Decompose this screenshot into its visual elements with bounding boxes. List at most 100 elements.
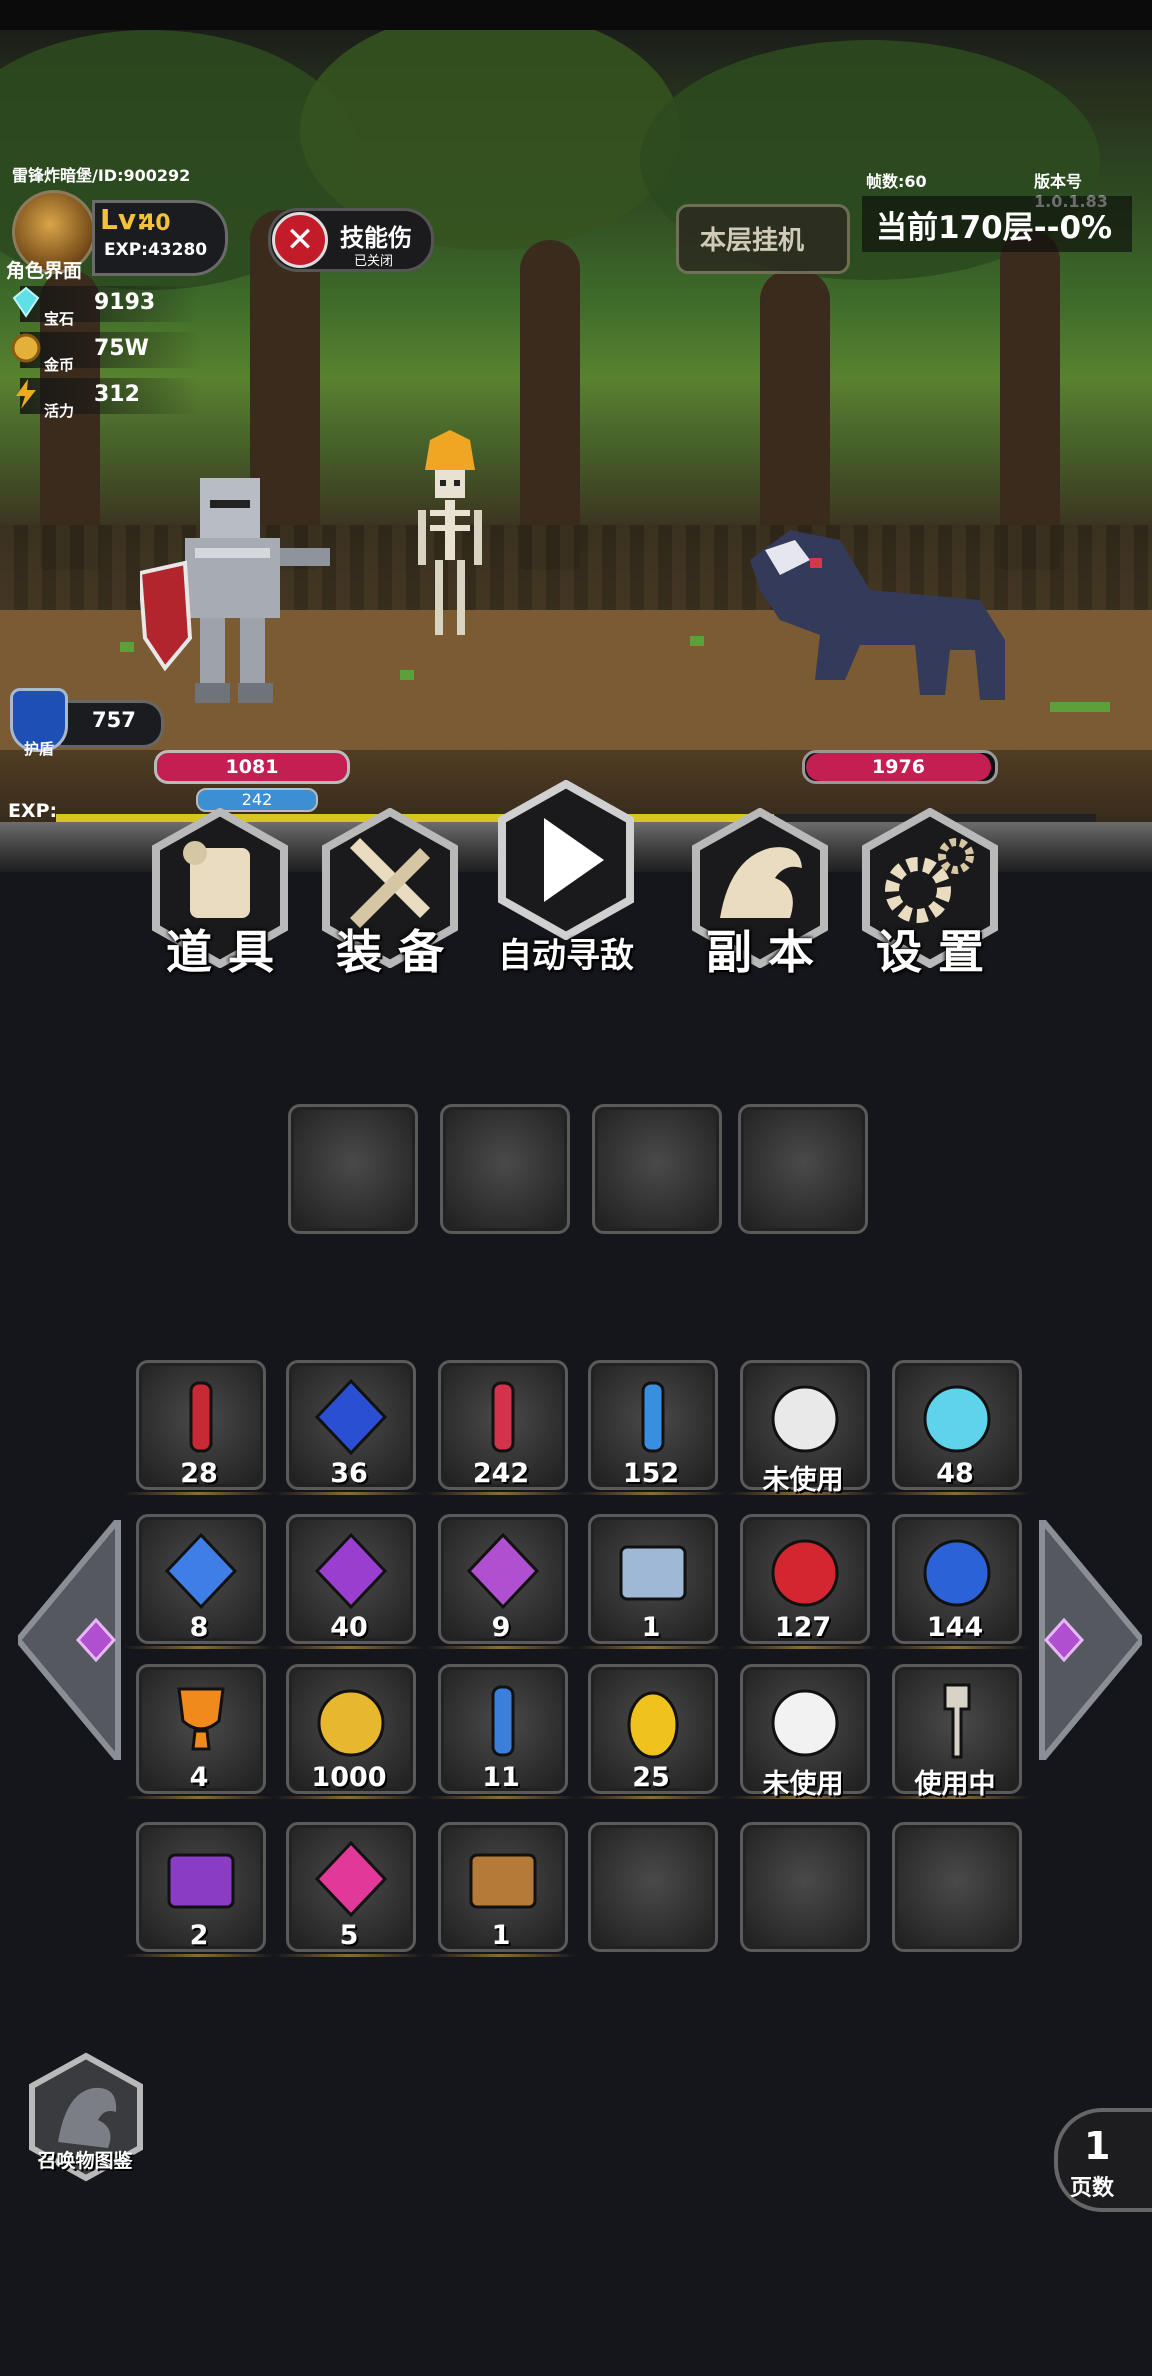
summon-codex-label: 召唤物图鉴 xyxy=(37,2150,133,2172)
grass-tuft xyxy=(120,642,134,652)
inventory-shelf xyxy=(426,1796,576,1799)
inventory-shelf xyxy=(728,1646,878,1649)
equip-slot[interactable] xyxy=(738,1104,868,1234)
grass-tuft xyxy=(400,670,414,680)
sapphire-gold-icon xyxy=(164,1532,238,1610)
status-bar xyxy=(0,0,1152,30)
resource-value: 312 xyxy=(94,382,140,407)
player-hp-bar: 1081 xyxy=(154,750,350,784)
inventory-shelf xyxy=(124,1646,274,1649)
inventory-shelf xyxy=(576,1646,726,1649)
grass-tuft xyxy=(1050,702,1110,712)
idle-floor-label: 本层挂机 xyxy=(700,226,805,256)
silver-chest-icon xyxy=(619,1545,687,1601)
inventory-shelf xyxy=(274,1492,424,1495)
purple-crystal-icon xyxy=(314,1532,388,1610)
equip-slot[interactable] xyxy=(440,1104,570,1234)
inventory-shelf xyxy=(124,1954,274,1957)
shield-value: 757 xyxy=(92,708,136,732)
menu-label: 装 备 xyxy=(335,925,444,979)
item-count: 2 xyxy=(189,1920,209,1951)
white-chicken-icon xyxy=(771,1689,839,1757)
inventory-shelf xyxy=(576,1492,726,1495)
menu-equipment-button[interactable]: 装 备 xyxy=(320,808,460,979)
tree-trunk xyxy=(1000,230,1060,570)
item-count: 48 xyxy=(936,1458,974,1489)
floor-progress: 当前170层--0% xyxy=(876,210,1113,246)
wooden-chest-icon xyxy=(469,1853,537,1909)
inventory-shelf xyxy=(880,1646,1030,1649)
inventory-shelf xyxy=(576,1796,726,1799)
gem-icon xyxy=(12,286,40,318)
cyan-flask-icon xyxy=(923,1385,991,1453)
menu-label: 设 置 xyxy=(875,925,984,979)
chicken-icon xyxy=(771,1385,839,1453)
inventory-shelf xyxy=(274,1646,424,1649)
blue-cross-gem-icon xyxy=(314,1378,388,1456)
shield-label: 护盾 xyxy=(24,740,55,758)
play-icon xyxy=(498,780,634,940)
page-label: 页数 xyxy=(1070,2176,1115,2201)
blue-vial-icon xyxy=(491,1685,515,1757)
red-vial-icon xyxy=(189,1381,213,1453)
inventory-slot[interactable] xyxy=(740,1822,870,1952)
blue-potion-icon xyxy=(923,1539,991,1607)
item-count: 11 xyxy=(482,1762,520,1793)
menu-items-button[interactable]: 道 具 xyxy=(150,808,290,979)
resource-name: 宝石 xyxy=(44,310,75,328)
golden-egg-icon xyxy=(627,1691,679,1759)
item-count: 152 xyxy=(622,1458,680,1489)
item-count: 25 xyxy=(632,1762,670,1793)
resource-row-gem: 宝石 9193 xyxy=(12,286,200,328)
blue-tube-icon xyxy=(641,1381,665,1453)
menu-auto-seek-button[interactable]: 自动寻敌 xyxy=(496,780,636,976)
red-tube-icon xyxy=(491,1381,515,1453)
item-count: 4 xyxy=(189,1762,209,1793)
item-count: 使用中 xyxy=(914,1769,996,1800)
item-count: 未使用 xyxy=(762,1769,844,1800)
item-count: 未使用 xyxy=(762,1465,844,1496)
menu-label: 自动寻敌 xyxy=(498,936,634,976)
item-count: 36 xyxy=(330,1458,368,1489)
item-count: 242 xyxy=(472,1458,530,1489)
item-count: 1000 xyxy=(311,1762,387,1793)
inventory-slot[interactable] xyxy=(588,1822,718,1952)
player-name-id: 雷锋炸暗堡/ID:900292 xyxy=(12,166,191,185)
page-next-arrow[interactable] xyxy=(1032,1511,1146,1769)
enemy-beast-sprite xyxy=(750,530,1005,700)
exp-total: EXP:43280 xyxy=(104,240,208,260)
resource-value: 75W xyxy=(94,336,149,361)
resource-value: 9193 xyxy=(94,290,156,315)
resource-row-coin: 金币 75W xyxy=(11,332,200,374)
item-count: 40 xyxy=(330,1612,368,1643)
inventory-shelf xyxy=(426,1492,576,1495)
inventory-slot[interactable] xyxy=(892,1822,1022,1952)
red-potion-icon xyxy=(771,1539,839,1607)
page-prev-arrow[interactable] xyxy=(14,1511,128,1769)
item-count: 5 xyxy=(339,1920,359,1951)
equip-slot[interactable] xyxy=(592,1104,722,1234)
arrow-left-icon xyxy=(14,1511,121,1769)
item-count: 1 xyxy=(491,1920,511,1951)
level-value: 40 xyxy=(140,211,171,236)
close-x-icon: ✕ xyxy=(272,212,328,268)
menu-dungeon-button[interactable]: 副 本 xyxy=(690,808,830,979)
page-number: 1 xyxy=(1084,2124,1111,2168)
menu-settings-button[interactable]: 设 置 xyxy=(860,808,1000,979)
inventory-shelf xyxy=(274,1796,424,1799)
exp-bar-label: EXP: xyxy=(8,800,58,822)
grass-tuft xyxy=(690,636,704,646)
item-count: 9 xyxy=(491,1612,511,1643)
menu-label: 副 本 xyxy=(705,925,814,979)
character-screen-label[interactable]: 角色界面 xyxy=(6,256,82,283)
arrow-right-icon xyxy=(1039,1511,1146,1769)
inventory-shelf xyxy=(426,1954,576,1957)
lightning-icon xyxy=(16,379,36,409)
item-count: 1 xyxy=(641,1612,661,1643)
trophy-icon xyxy=(177,1687,225,1751)
equip-slot[interactable] xyxy=(288,1104,418,1234)
tree-trunk xyxy=(520,240,580,570)
resource-row-energy: 活力 312 xyxy=(16,378,200,420)
battle-scene xyxy=(0,30,1152,860)
skeleton-icon xyxy=(943,1683,971,1759)
